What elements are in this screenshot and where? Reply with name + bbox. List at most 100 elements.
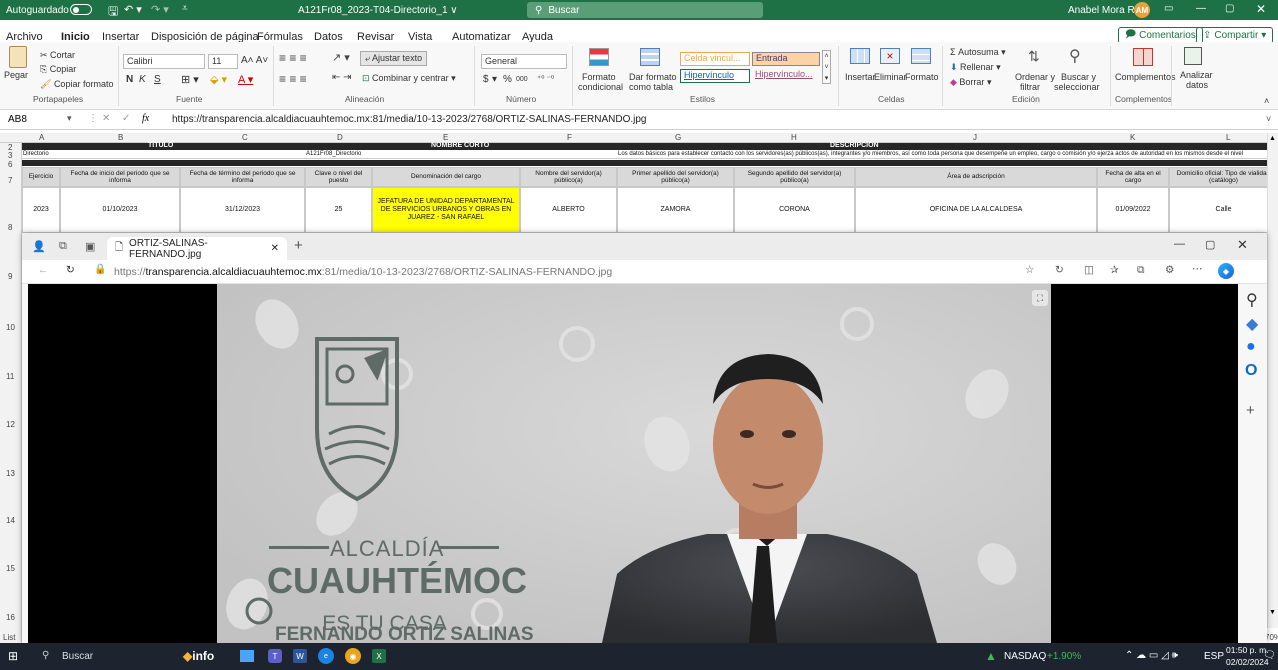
italic-button[interactable]: K [139, 74, 146, 85]
excel-taskbar-icon[interactable]: X [372, 649, 386, 663]
row-16[interactable]: 16 [6, 613, 15, 622]
workbook-filename[interactable]: A121Fr08_2023-T04-Directorio_1 ∨ [298, 5, 458, 16]
name-box[interactable]: AB8 [8, 114, 27, 125]
sidebar-tag-icon[interactable]: ◆ [1246, 314, 1258, 334]
analyze-data-icon[interactable] [1184, 47, 1202, 65]
minimize-icon[interactable]: — [1174, 238, 1185, 250]
sidebar-add-icon[interactable]: + [1246, 402, 1255, 419]
format-table-label-1[interactable]: Dar formato [629, 72, 677, 82]
cell-segundo-apellido[interactable]: CORONA [734, 187, 855, 233]
header-segundo-apellido[interactable]: Segundo apellido del servidor(a) público… [734, 167, 855, 187]
cell-clave[interactable]: 25 [305, 187, 372, 233]
collections-icon[interactable]: ⧉ [1137, 264, 1145, 277]
language-indicator[interactable]: ESP [1204, 651, 1224, 662]
paste-button[interactable]: Pegar [4, 70, 28, 80]
style-followed-hyperlink[interactable]: Hipervínculo... [752, 69, 820, 83]
col-B[interactable]: B [118, 133, 123, 142]
taskbar-search-icon[interactable]: ⚲ [42, 650, 49, 661]
titulo-cell[interactable]: TÍTULO [148, 142, 173, 149]
sort-filter-icon[interactable]: ⇅ [1028, 48, 1040, 65]
address-bar[interactable]: https://transparencia.alcaldiacuauhtemoc… [114, 266, 612, 278]
row-15[interactable]: 15 [6, 564, 15, 573]
copy-button[interactable]: ⎘ Copiar [40, 64, 76, 75]
currency-button[interactable]: $ [483, 74, 489, 85]
find-label-1[interactable]: Buscar y [1061, 72, 1096, 82]
orientation-icon[interactable]: ↗ ▾ [332, 51, 350, 64]
row-9[interactable]: 9 [8, 272, 12, 281]
find-icon[interactable]: ⚲ [1069, 46, 1081, 66]
header-primer-apellido[interactable]: Primer apellido del servidor(a) público(… [617, 167, 734, 187]
autosave-toggle[interactable] [70, 4, 92, 18]
addins-button[interactable]: Complementos [1115, 72, 1176, 82]
header-nombre[interactable]: Nombre del servidor(a) público(a) [520, 167, 617, 187]
split-screen-icon[interactable]: ◫ [1084, 264, 1094, 276]
header-fecha-termino[interactable]: Fecha de término del periodo que se info… [180, 167, 305, 187]
chrome-icon[interactable]: ◉ [345, 648, 361, 664]
stock-name[interactable]: NASDAQ [1004, 651, 1046, 662]
expand-formula-icon[interactable]: ˅ [1266, 114, 1271, 124]
insert-cells-icon[interactable] [850, 48, 870, 64]
edge-taskbar-icon[interactable]: e [318, 648, 334, 664]
style-linked-cell[interactable]: Celda vincul... [680, 52, 750, 66]
word-icon[interactable]: W [293, 649, 307, 663]
percent-button[interactable]: % [503, 74, 512, 85]
font-grow-icon[interactable]: A˄ A˅ [241, 55, 268, 66]
code-cell[interactable]: A121Fr08_Directorio [306, 151, 361, 157]
header-fecha-alta[interactable]: Fecha de alta en el cargo [1097, 167, 1169, 187]
styles-scroll[interactable]: ˄ ˅ ▾ [822, 50, 831, 84]
wrap-text-button[interactable]: ⤶ Ajustar texto [360, 51, 428, 66]
paste-icon[interactable] [9, 46, 27, 68]
cell-domicilio[interactable]: Calle [1169, 187, 1278, 233]
maximize-icon[interactable]: ▢ [1225, 3, 1234, 14]
sheet-tab[interactable]: List [3, 633, 15, 642]
format-button[interactable]: Formato [905, 72, 939, 82]
analyze-label-1[interactable]: Analizar [1180, 70, 1213, 80]
undo-icon[interactable]: ↶ ▾ [124, 3, 142, 16]
sort-label-1[interactable]: Ordenar y [1015, 72, 1055, 82]
delete-button[interactable]: Eliminar [874, 72, 907, 82]
format-cells-icon[interactable] [911, 48, 931, 64]
font-name-select[interactable]: Calibri [123, 54, 205, 69]
cell-nombre[interactable]: ALBERTO [520, 187, 617, 233]
col-A[interactable]: A [39, 133, 44, 142]
scroll-down-icon[interactable]: ▼ [1269, 609, 1276, 616]
fill-color-icon[interactable]: ⬙ ▾ [210, 73, 227, 86]
tray-icons[interactable]: ⌃ ☁ ▭ ◿ 🕪 [1125, 650, 1178, 661]
addins-icon[interactable] [1133, 48, 1153, 66]
conditional-format-icon[interactable] [589, 48, 609, 66]
col-J[interactable]: J [973, 133, 977, 142]
row-13[interactable]: 13 [6, 469, 15, 478]
row-14[interactable]: 14 [6, 516, 15, 525]
cell-primer-apellido[interactable]: ZAMORA [617, 187, 734, 233]
style-hyperlink[interactable]: Hipervínculo [680, 69, 750, 83]
format-table-icon[interactable] [640, 48, 660, 66]
cell-area[interactable]: OFICINA DE LA ALCALDESA [855, 187, 1097, 233]
delete-cells-icon[interactable]: × [880, 48, 900, 64]
row-8[interactable]: 8 [8, 223, 12, 232]
format-painter-button[interactable]: 🖌 Copiar formato [40, 79, 113, 90]
col-K[interactable]: K [1130, 133, 1135, 142]
clear-button[interactable]: ◆ Borrar ▾ [950, 77, 991, 88]
row-11[interactable]: 11 [6, 372, 14, 381]
font-color-icon[interactable]: A ▾ [238, 73, 253, 86]
find-label-2[interactable]: seleccionar [1054, 82, 1100, 92]
nombre-corto-cell[interactable]: NOMBRE CORTO [431, 142, 489, 149]
maximize-icon[interactable]: ▢ [1205, 238, 1215, 251]
chevron-down-icon[interactable]: ▾ [492, 74, 497, 85]
style-input[interactable]: Entrada [752, 52, 820, 66]
vertical-scrollbar[interactable]: ▲ ▼ [1267, 133, 1278, 628]
header-area[interactable]: Área de adscripción [855, 167, 1097, 187]
number-format-select[interactable]: General [481, 54, 567, 69]
outlook-icon[interactable]: O [1245, 362, 1257, 380]
conditional-format-label-1[interactable]: Formato [582, 72, 616, 82]
row-12[interactable]: 12 [6, 420, 15, 429]
more-icon[interactable]: ⋯ [1192, 263, 1203, 275]
favorites-bar-icon[interactable]: ✰ [1110, 264, 1119, 276]
header-domicilio[interactable]: Domicilio oficial: Tipo de vialidad (cat… [1169, 167, 1278, 187]
fill-button[interactable]: ⬇ Rellenar ▾ [950, 62, 1001, 73]
cell-fecha-inicio[interactable]: 01/10/2023 [60, 187, 180, 233]
sidebar-games-icon[interactable]: ● [1246, 338, 1256, 356]
windows-start-icon[interactable]: ⊞ [8, 649, 18, 663]
close-tab-icon[interactable]: ✕ [271, 243, 279, 254]
notifications-icon[interactable]: 🗨 [1263, 650, 1276, 661]
